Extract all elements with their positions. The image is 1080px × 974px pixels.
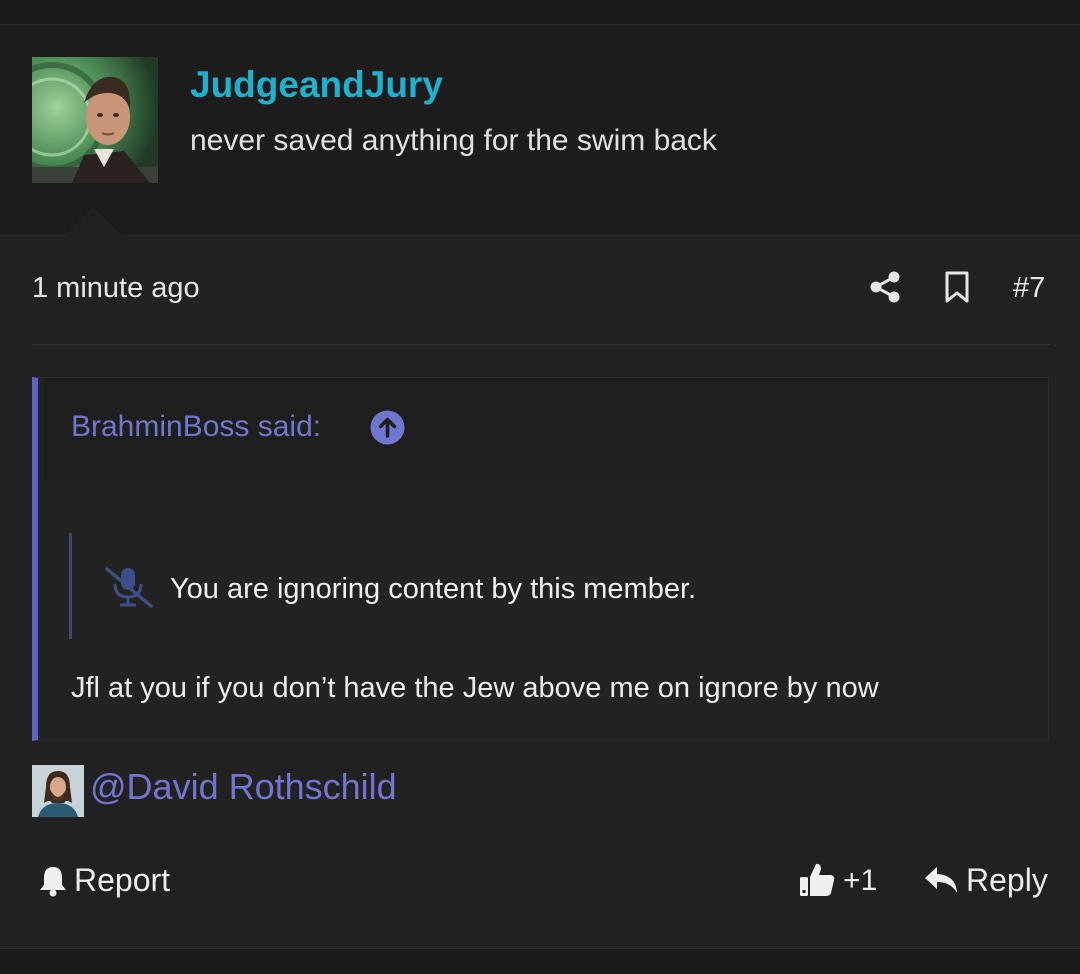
bell-icon[interactable] <box>38 864 68 898</box>
bottom-divider <box>0 948 1080 974</box>
quote-body-text: Jfl at you if you don’t have the Jew abo… <box>71 672 879 704</box>
post-timestamp[interactable]: 1 minute ago <box>32 272 200 305</box>
muted-microphone-icon <box>104 565 154 609</box>
bookmark-icon[interactable] <box>942 270 972 304</box>
mention-avatar <box>32 765 84 817</box>
author-user-title: never saved anything for the swim back <box>190 124 717 157</box>
report-button[interactable]: Report <box>74 862 170 899</box>
share-icon[interactable] <box>868 270 902 304</box>
mention-link[interactable]: @David Rothschild <box>90 766 397 808</box>
post-number-link[interactable]: #7 <box>1013 272 1045 305</box>
reply-button[interactable]: Reply <box>966 862 1048 899</box>
thumbs-up-icon[interactable] <box>798 860 836 898</box>
ignored-content-notice[interactable]: You are ignoring content by this member. <box>170 573 696 606</box>
reply-arrow-icon[interactable] <box>922 864 960 896</box>
author-avatar[interactable] <box>32 57 158 183</box>
header-pointer <box>64 207 122 236</box>
quote-author-link[interactable]: BrahminBoss said: <box>71 410 321 444</box>
divider <box>32 344 1050 345</box>
top-divider <box>0 0 1080 25</box>
ignored-content-bar <box>69 533 72 639</box>
arrow-up-circle-icon[interactable] <box>370 410 405 445</box>
reaction-count[interactable]: +1 <box>843 864 877 898</box>
author-username[interactable]: JudgeandJury <box>190 64 443 106</box>
